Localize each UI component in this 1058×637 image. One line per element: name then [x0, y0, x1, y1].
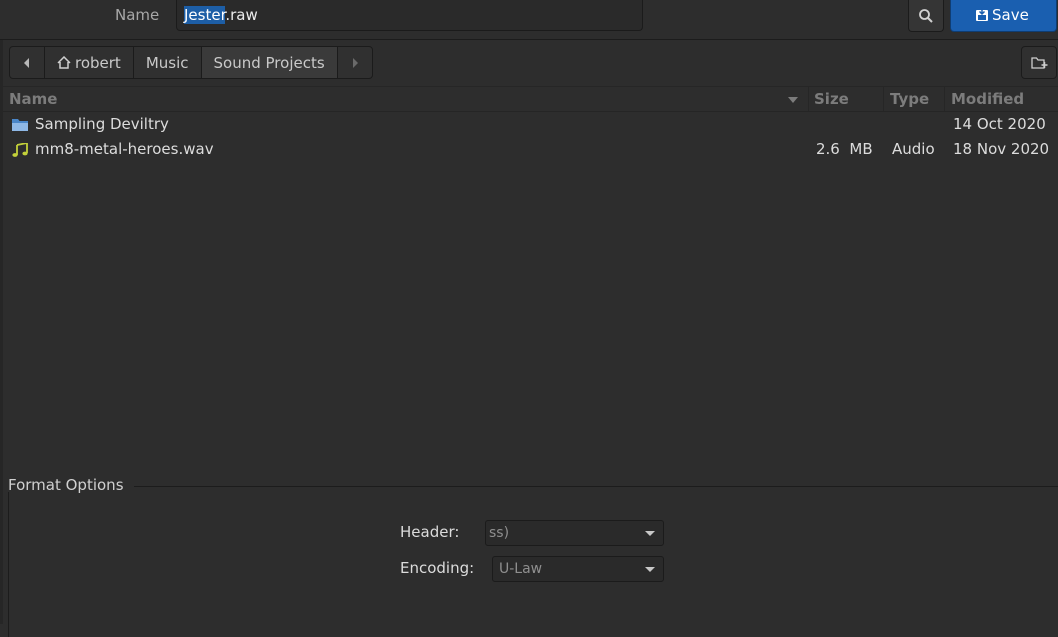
path-forward-button[interactable]	[338, 47, 372, 78]
search-icon	[919, 9, 933, 23]
filename-input[interactable]: Jester.raw	[176, 0, 643, 31]
path-back-button[interactable]	[10, 47, 45, 78]
name-label: Name	[115, 6, 160, 24]
chevron-down-icon	[645, 567, 655, 572]
breadcrumb-label: robert	[75, 53, 121, 72]
breadcrumb-label: Music	[145, 53, 189, 72]
home-icon	[57, 56, 71, 69]
chevron-left-icon	[24, 57, 29, 68]
file-modified: 18 Nov 2020	[953, 140, 1050, 158]
breadcrumb-item-music[interactable]: Music	[134, 47, 202, 78]
file-row-folder[interactable]: Sampling Deviltry 14 Oct 2020	[3, 112, 1058, 137]
column-separator[interactable]	[808, 87, 809, 111]
sort-descending-icon[interactable]	[787, 96, 799, 104]
encoding-label: Encoding:	[400, 559, 475, 577]
filename-selected-text: Jester	[184, 6, 226, 24]
format-options-title: Format Options	[8, 476, 124, 494]
file-name: mm8-metal-heroes.wav	[35, 140, 214, 158]
header-bar: Name Jester.raw Save	[0, 0, 1058, 40]
filename-extension: .raw	[225, 6, 258, 24]
new-folder-button[interactable]	[1021, 46, 1057, 79]
audio-file-icon	[12, 143, 28, 157]
file-modified: 14 Oct 2020	[953, 115, 1046, 133]
filename-text: Jester.raw	[184, 6, 258, 24]
save-button-label: Save	[992, 6, 1029, 24]
header-dropdown[interactable]: ss)	[485, 520, 664, 546]
column-header-size[interactable]: Size	[814, 90, 849, 108]
column-header-name[interactable]: Name	[9, 90, 57, 108]
breadcrumb: robert Music Sound Projects	[9, 46, 373, 79]
column-header-type[interactable]: Type	[890, 90, 929, 108]
folder-icon	[12, 119, 28, 131]
column-separator[interactable]	[944, 87, 945, 111]
encoding-dropdown-value: U-Law	[499, 561, 543, 577]
breadcrumb-item-sound-projects[interactable]: Sound Projects	[201, 47, 338, 78]
file-type: Audio	[892, 140, 935, 158]
save-document-icon	[976, 8, 988, 21]
chevron-down-icon	[645, 531, 655, 536]
search-button[interactable]	[908, 0, 944, 32]
encoding-dropdown[interactable]: U-Law	[492, 556, 664, 582]
column-header-modified[interactable]: Modified	[951, 90, 1024, 108]
save-button[interactable]: Save	[950, 0, 1057, 32]
chevron-right-icon	[352, 57, 358, 68]
new-folder-icon	[1030, 57, 1047, 69]
header-dropdown-value: ss)	[489, 525, 510, 541]
breadcrumb-label: Sound Projects	[213, 53, 325, 72]
file-row-audio[interactable]: mm8-metal-heroes.wav 2.6 MB Audio 18 Nov…	[3, 137, 1058, 162]
file-size: 2.6 MB	[816, 140, 873, 158]
breadcrumb-item-home[interactable]: robert	[45, 47, 134, 78]
file-list-header: Name Size Type Modified	[3, 86, 1058, 112]
header-label: Header:	[400, 523, 460, 541]
column-separator[interactable]	[883, 87, 884, 111]
file-name: Sampling Deviltry	[35, 115, 169, 133]
